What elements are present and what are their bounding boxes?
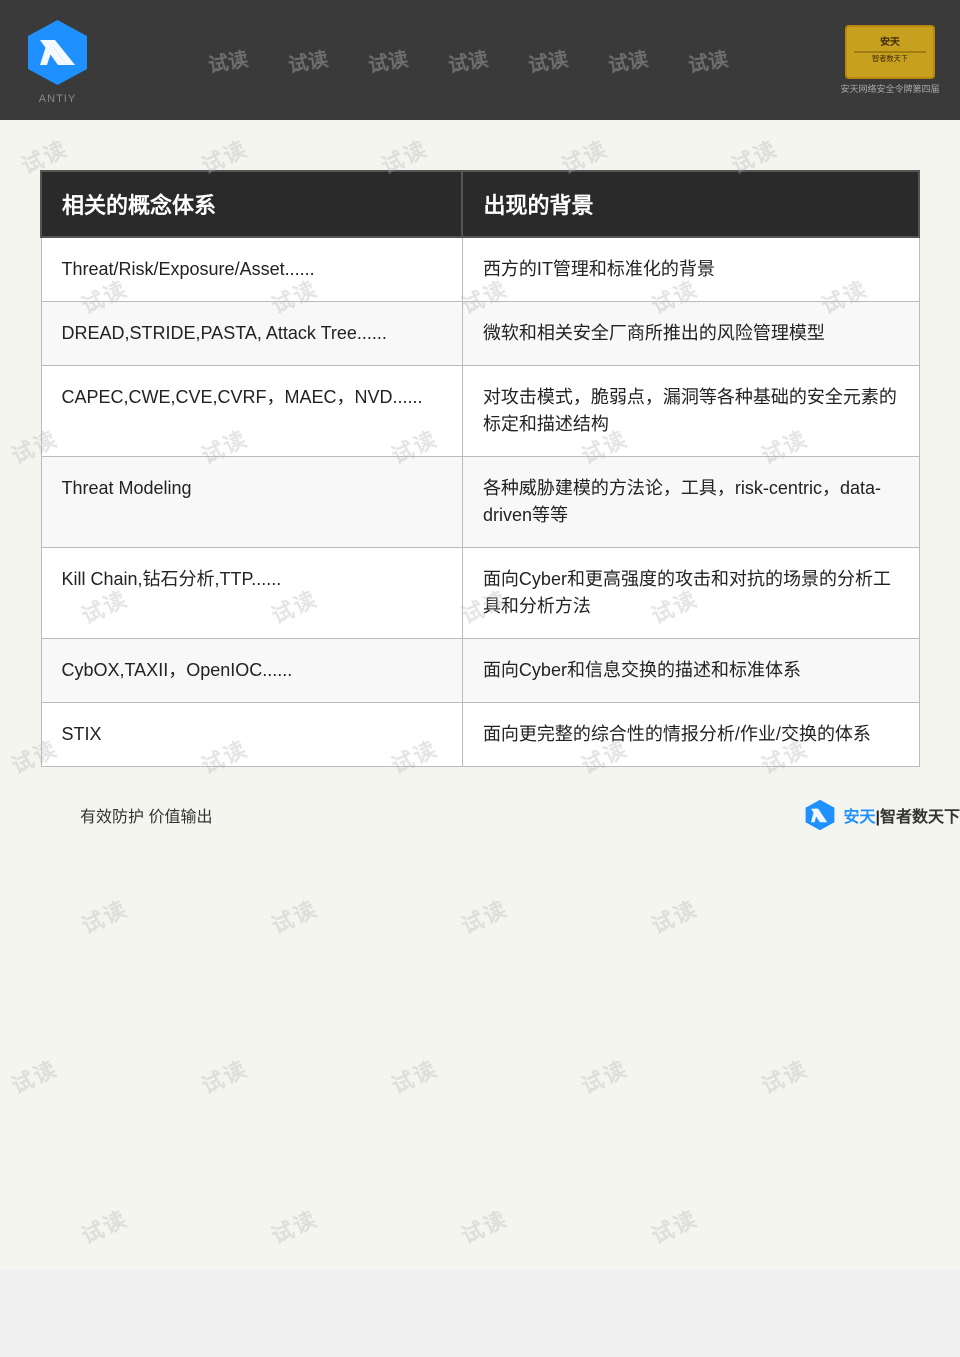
header: ANTIY 试读 试读 试读 试读 试读 试读 试读 安天 智者数天下 安天网络… — [0, 0, 960, 120]
header-wm-4: 试读 — [445, 42, 489, 78]
svg-text:智者数天下: 智者数天下 — [872, 54, 908, 63]
table-header-row: 相关的概念体系 出现的背景 — [41, 171, 919, 237]
table-cell-left-6: STIX — [41, 703, 462, 767]
col2-header: 出现的背景 — [462, 171, 919, 237]
footer-brand: 安天|智者数天下 — [802, 797, 960, 833]
wm-26: 试读 — [265, 891, 322, 940]
antiy-logo: ANTIY — [20, 15, 95, 105]
header-wm-2: 试读 — [285, 42, 329, 78]
wm-34: 试读 — [75, 1201, 132, 1250]
header-wm-5: 试读 — [525, 42, 569, 78]
brand-logo: 安天 智者数天下 安天网络安全令牌第四届 — [840, 25, 940, 95]
table-cell-right-0: 西方的IT管理和标准化的背景 — [462, 237, 919, 302]
table-cell-left-5: CybOX,TAXII，OpenIOC...... — [41, 639, 462, 703]
table-cell-right-5: 面向Cyber和信息交换的描述和标准体系 — [462, 639, 919, 703]
table-row: CybOX,TAXII，OpenIOC......面向Cyber和信息交换的描述… — [41, 639, 919, 703]
wm-36: 试读 — [455, 1201, 512, 1250]
svg-text:安天: 安天 — [880, 35, 900, 48]
table-cell-right-1: 微软和相关安全厂商所推出的风险管理模型 — [462, 302, 919, 366]
table-cell-right-3: 各种威胁建模的方法论，工具，risk-centric，data-driven等等 — [462, 457, 919, 548]
footer-brand-label: 安天|智者数天下 — [843, 803, 960, 827]
table-row: STIX面向更完整的综合性的情报分析/作业/交换的体系 — [41, 703, 919, 767]
table-cell-right-2: 对攻击模式，脆弱点，漏洞等各种基础的安全元素的标定和描述结构 — [462, 366, 919, 457]
header-wm-1: 试读 — [205, 42, 249, 78]
table-row: CAPEC,CWE,CVE,CVRF，MAEC，NVD......对攻击模式，脆… — [41, 366, 919, 457]
header-wm-3: 试读 — [365, 42, 409, 78]
wm-35: 试读 — [265, 1201, 322, 1250]
header-wm-6: 试读 — [605, 42, 649, 78]
wm-30: 试读 — [195, 1051, 252, 1100]
wm-37: 试读 — [645, 1201, 702, 1250]
table-cell-left-2: CAPEC,CWE,CVE,CVRF，MAEC，NVD...... — [41, 366, 462, 457]
table-cell-right-6: 面向更完整的综合性的情报分析/作业/交换的体系 — [462, 703, 919, 767]
wm-28: 试读 — [645, 891, 702, 940]
wm-31: 试读 — [385, 1051, 442, 1100]
wm-32: 试读 — [575, 1051, 632, 1100]
table-cell-right-4: 面向Cyber和更高强度的攻击和对抗的场景的分析工具和分析方法 — [462, 548, 919, 639]
footer: 有效防护 价值输出 安天|智者数天下 — [80, 797, 960, 833]
header-wm-7: 试读 — [685, 42, 729, 78]
table-cell-left-0: Threat/Risk/Exposure/Asset...... — [41, 237, 462, 302]
wm-27: 试读 — [455, 891, 512, 940]
wm-33: 试读 — [755, 1051, 812, 1100]
concept-table: 相关的概念体系 出现的背景 Threat/Risk/Exposure/Asset… — [40, 170, 920, 767]
logo-label: ANTIY — [39, 93, 76, 105]
wm-29: 试读 — [5, 1051, 62, 1100]
main-content: 试读 试读 试读 试读 试读 试读 试读 试读 试读 试读 试读 试读 试读 试… — [0, 120, 960, 1270]
table-cell-left-3: Threat Modeling — [41, 457, 462, 548]
footer-slogan: 有效防护 价值输出 — [80, 803, 212, 827]
header-watermarks: 试读 试读 试读 试读 试读 试读 试读 — [95, 46, 840, 75]
wm-25: 试读 — [75, 891, 132, 940]
table-cell-left-1: DREAD,STRIDE,PASTA, Attack Tree...... — [41, 302, 462, 366]
table-row: Threat Modeling各种威胁建模的方法论，工具，risk-centri… — [41, 457, 919, 548]
table-row: Threat/Risk/Exposure/Asset......西方的IT管理和… — [41, 237, 919, 302]
col1-header: 相关的概念体系 — [41, 171, 462, 237]
brand-sub-label: 安天网络安全令牌第四届 — [840, 82, 939, 95]
table-row: DREAD,STRIDE,PASTA, Attack Tree......微软和… — [41, 302, 919, 366]
table-cell-left-4: Kill Chain,钻石分析,TTP...... — [41, 548, 462, 639]
table-row: Kill Chain,钻石分析,TTP......面向Cyber和更高强度的攻击… — [41, 548, 919, 639]
